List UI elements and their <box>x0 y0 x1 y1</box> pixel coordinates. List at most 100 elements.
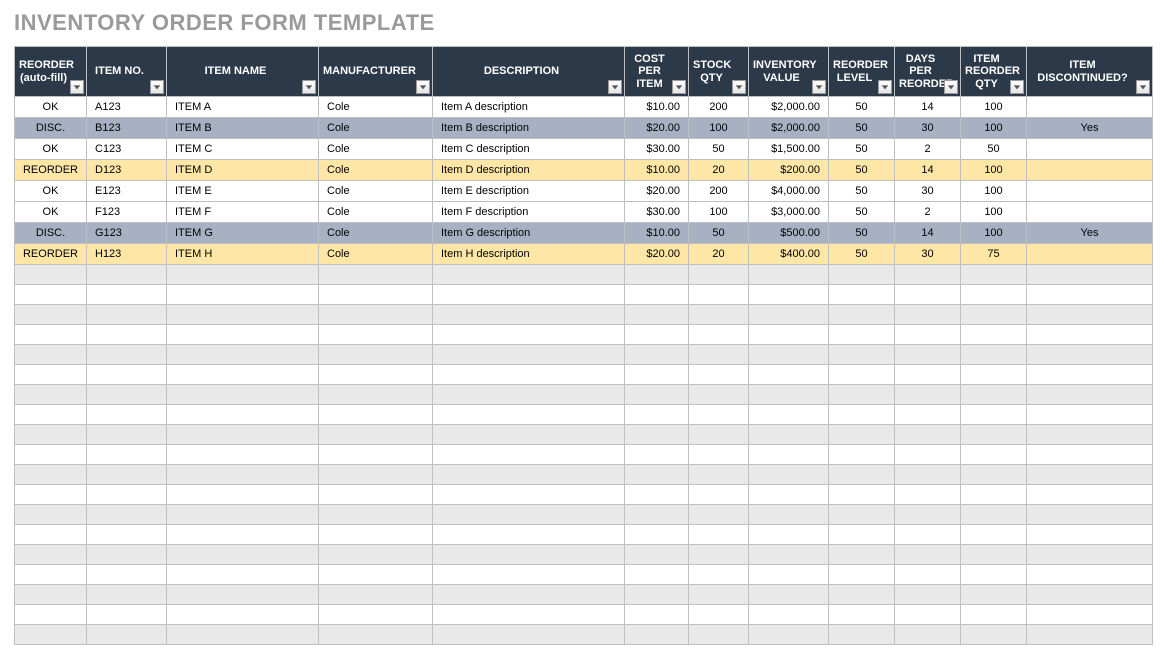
cell-empty[interactable] <box>433 585 625 605</box>
cell-empty[interactable] <box>829 305 895 325</box>
cell-empty[interactable] <box>749 425 829 445</box>
cell-empty[interactable] <box>1027 265 1153 285</box>
cell-item-reorder-qty[interactable]: 100 <box>961 160 1027 181</box>
cell-empty[interactable] <box>749 605 829 625</box>
cell-empty[interactable] <box>689 585 749 605</box>
cell-empty[interactable] <box>87 505 167 525</box>
cell-empty[interactable] <box>87 465 167 485</box>
cell-reorder[interactable]: OK <box>15 202 87 223</box>
table-row[interactable]: REORDERD123ITEM DColeItem D description$… <box>15 160 1153 181</box>
cell-empty[interactable] <box>15 485 87 505</box>
cell-reorder-level[interactable]: 50 <box>829 118 895 139</box>
cell-empty[interactable] <box>829 265 895 285</box>
cell-item-reorder-qty[interactable]: 100 <box>961 223 1027 244</box>
cell-empty[interactable] <box>625 425 689 445</box>
cell-manufacturer[interactable]: Cole <box>319 202 433 223</box>
cell-reorder-level[interactable]: 50 <box>829 181 895 202</box>
cell-reorder-level[interactable]: 50 <box>829 223 895 244</box>
cell-reorder[interactable]: OK <box>15 97 87 118</box>
cell-empty[interactable] <box>895 625 961 645</box>
cell-empty[interactable] <box>829 365 895 385</box>
table-row[interactable]: OKE123ITEM EColeItem E description$20.00… <box>15 181 1153 202</box>
cell-item-name[interactable]: ITEM D <box>167 160 319 181</box>
cell-empty[interactable] <box>15 265 87 285</box>
cell-empty[interactable] <box>961 405 1027 425</box>
table-row-empty[interactable] <box>15 625 1153 645</box>
cell-empty[interactable] <box>961 285 1027 305</box>
cell-empty[interactable] <box>1027 505 1153 525</box>
cell-empty[interactable] <box>167 465 319 485</box>
cell-empty[interactable] <box>829 385 895 405</box>
cell-empty[interactable] <box>1027 485 1153 505</box>
cell-empty[interactable] <box>319 405 433 425</box>
cell-empty[interactable] <box>895 325 961 345</box>
cell-empty[interactable] <box>15 425 87 445</box>
cell-empty[interactable] <box>319 505 433 525</box>
cell-item-reorder-qty[interactable]: 100 <box>961 181 1027 202</box>
cell-empty[interactable] <box>87 445 167 465</box>
cell-empty[interactable] <box>961 625 1027 645</box>
cell-empty[interactable] <box>895 305 961 325</box>
table-row-empty[interactable] <box>15 265 1153 285</box>
table-row-empty[interactable] <box>15 605 1153 625</box>
cell-reorder[interactable]: OK <box>15 181 87 202</box>
cell-manufacturer[interactable]: Cole <box>319 97 433 118</box>
cell-item-name[interactable]: ITEM F <box>167 202 319 223</box>
cell-empty[interactable] <box>1027 565 1153 585</box>
cell-empty[interactable] <box>87 385 167 405</box>
cell-empty[interactable] <box>749 525 829 545</box>
cell-empty[interactable] <box>689 365 749 385</box>
cell-item-discontinued[interactable] <box>1027 139 1153 160</box>
cell-description[interactable]: Item G description <box>433 223 625 244</box>
cell-empty[interactable] <box>1027 305 1153 325</box>
cell-empty[interactable] <box>433 465 625 485</box>
table-row-empty[interactable] <box>15 365 1153 385</box>
cell-empty[interactable] <box>319 445 433 465</box>
cell-stock-qty[interactable]: 50 <box>689 223 749 244</box>
cell-empty[interactable] <box>625 505 689 525</box>
cell-empty[interactable] <box>749 505 829 525</box>
table-row[interactable]: DISC.B123ITEM BColeItem B description$20… <box>15 118 1153 139</box>
cell-item-name[interactable]: ITEM A <box>167 97 319 118</box>
cell-empty[interactable] <box>895 265 961 285</box>
cell-empty[interactable] <box>961 365 1027 385</box>
cell-empty[interactable] <box>625 285 689 305</box>
cell-empty[interactable] <box>961 445 1027 465</box>
cell-description[interactable]: Item D description <box>433 160 625 181</box>
cell-empty[interactable] <box>895 365 961 385</box>
cell-empty[interactable] <box>87 525 167 545</box>
cell-reorder[interactable]: REORDER <box>15 160 87 181</box>
cell-item-no[interactable]: C123 <box>87 139 167 160</box>
cell-empty[interactable] <box>829 525 895 545</box>
cell-description[interactable]: Item C description <box>433 139 625 160</box>
cell-empty[interactable] <box>689 345 749 365</box>
cell-empty[interactable] <box>829 545 895 565</box>
cell-empty[interactable] <box>319 285 433 305</box>
cell-cost-per-item[interactable]: $10.00 <box>625 223 689 244</box>
cell-empty[interactable] <box>1027 425 1153 445</box>
cell-item-discontinued[interactable] <box>1027 181 1153 202</box>
cell-days-per-reorder[interactable]: 14 <box>895 223 961 244</box>
cell-empty[interactable] <box>1027 385 1153 405</box>
cell-empty[interactable] <box>749 285 829 305</box>
cell-empty[interactable] <box>689 505 749 525</box>
cell-cost-per-item[interactable]: $30.00 <box>625 139 689 160</box>
filter-dropdown-icon[interactable] <box>302 80 316 94</box>
cell-empty[interactable] <box>625 545 689 565</box>
filter-dropdown-icon[interactable] <box>878 80 892 94</box>
cell-empty[interactable] <box>689 385 749 405</box>
cell-days-per-reorder[interactable]: 30 <box>895 244 961 265</box>
cell-description[interactable]: Item H description <box>433 244 625 265</box>
cell-empty[interactable] <box>319 565 433 585</box>
cell-empty[interactable] <box>689 445 749 465</box>
cell-empty[interactable] <box>895 385 961 405</box>
cell-item-reorder-qty[interactable]: 75 <box>961 244 1027 265</box>
cell-empty[interactable] <box>689 265 749 285</box>
cell-empty[interactable] <box>961 345 1027 365</box>
cell-empty[interactable] <box>433 325 625 345</box>
cell-empty[interactable] <box>1027 405 1153 425</box>
cell-empty[interactable] <box>829 625 895 645</box>
filter-dropdown-icon[interactable] <box>672 80 686 94</box>
cell-empty[interactable] <box>895 485 961 505</box>
cell-item-reorder-qty[interactable]: 50 <box>961 139 1027 160</box>
